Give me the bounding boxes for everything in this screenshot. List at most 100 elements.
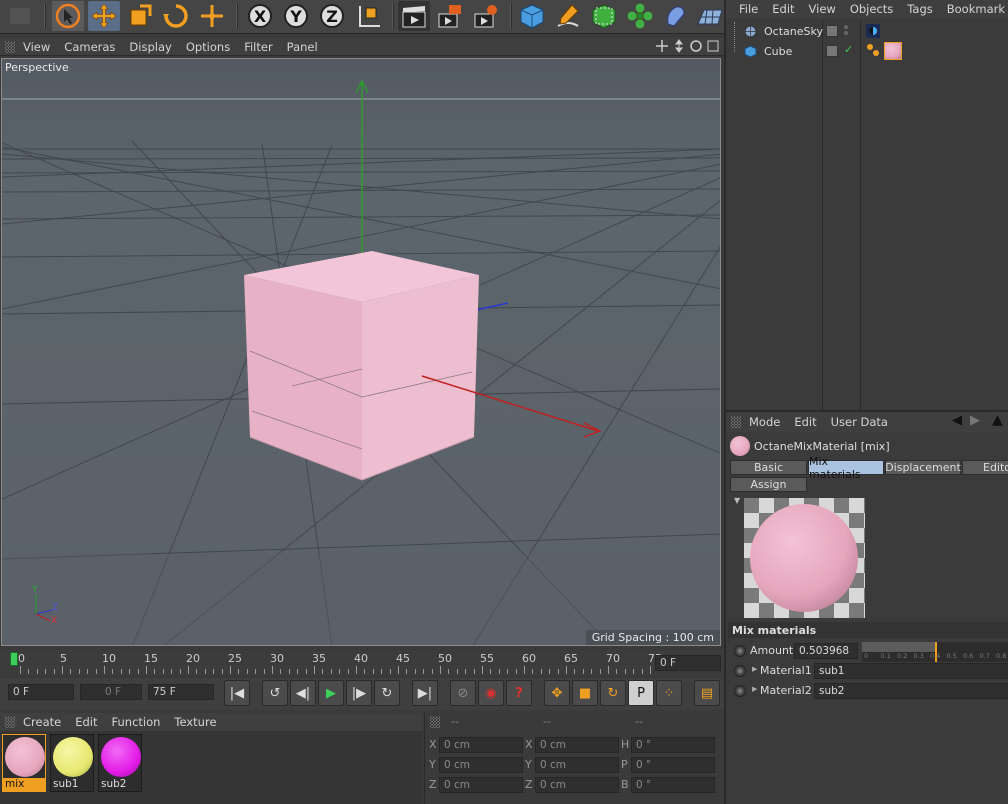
orbit-icon[interactable] (689, 39, 703, 53)
y-axis-icon[interactable]: Y (280, 1, 312, 31)
key-param-icon[interactable]: P (628, 680, 654, 706)
material-mix[interactable]: mix (2, 734, 46, 792)
menu-edit[interactable]: Edit (772, 2, 794, 16)
material2-link-field[interactable]: sub2 (814, 683, 1008, 699)
panel-grip-icon[interactable] (5, 40, 15, 53)
coord-value-field[interactable]: 0 ° (631, 737, 715, 753)
render-visibility-icon[interactable] (844, 25, 848, 35)
previous-key-icon[interactable]: ↺ (262, 680, 288, 706)
object-row-octanesky[interactable]: OctaneSky (734, 22, 1004, 40)
coord-value-field[interactable]: 0 cm (535, 757, 619, 773)
material-sub2[interactable]: sub2 (98, 734, 142, 792)
amount-slider[interactable]: 0 0.1 0.2 0.3 0.4 0.5 0.6 0.7 0.8 (862, 642, 1008, 662)
timeline[interactable]: 051015202530354045505560657075 0 F (0, 650, 724, 676)
menu-create[interactable]: Create (23, 715, 61, 729)
menu-filter[interactable]: Filter (244, 40, 272, 54)
record-disabled-icon[interactable]: ⊘ (450, 680, 476, 706)
up-arrow-icon[interactable]: ▲ (992, 412, 1003, 428)
amount-field[interactable]: 0.503968 (794, 643, 858, 659)
material1-link-field[interactable]: sub1 (814, 663, 1008, 679)
editor-visibility-icon[interactable] (826, 45, 838, 57)
expand-triangle-icon[interactable]: ▶ (752, 665, 757, 673)
subdivision-icon[interactable] (588, 1, 620, 31)
forward-arrow-icon[interactable]: ▶ (970, 413, 980, 428)
collapse-triangle-icon[interactable]: ▼ (734, 496, 740, 505)
zoom-icon[interactable] (672, 39, 686, 53)
autokey-help-icon[interactable]: ? (506, 680, 532, 706)
menu-function[interactable]: Function (112, 715, 161, 729)
offset-frame-field[interactable]: 0 F (80, 684, 142, 700)
coord-value-field[interactable]: 0 ° (631, 777, 715, 793)
pan-icon[interactable] (655, 39, 669, 53)
start-frame-field[interactable]: 0 F (8, 684, 74, 700)
render-view-icon[interactable] (398, 1, 430, 31)
cube-primitive-icon[interactable] (516, 1, 548, 31)
floor-icon[interactable] (694, 1, 726, 31)
amount-keyframe-icon[interactable] (734, 645, 746, 657)
previous-frame-icon[interactable]: ◀| (290, 680, 316, 706)
enabled-check-icon[interactable]: ✓ (844, 43, 853, 56)
menu-user-data[interactable]: User Data (831, 415, 888, 429)
menu-panel[interactable]: Panel (287, 40, 318, 54)
record-keys-icon[interactable]: ◉ (478, 680, 504, 706)
menu-view[interactable]: View (809, 2, 836, 16)
menu-mode[interactable]: Mode (749, 415, 780, 429)
render-settings-icon[interactable] (470, 1, 502, 31)
z-axis-icon[interactable]: Z (316, 1, 348, 31)
cloner-icon[interactable] (624, 1, 656, 31)
scale-icon[interactable] (124, 1, 156, 31)
play-icon[interactable]: ▶ (318, 680, 344, 706)
deformer-icon[interactable] (660, 1, 692, 31)
menu-options[interactable]: Options (186, 40, 230, 54)
coord-value-field[interactable]: 0 cm (439, 737, 523, 753)
expand-triangle-icon[interactable]: ▶ (752, 685, 757, 693)
key-scale-icon[interactable]: ■ (572, 680, 598, 706)
menu-edit[interactable]: Edit (794, 415, 816, 429)
go-to-end-icon[interactable]: ▶| (412, 680, 438, 706)
menu-edit[interactable]: Edit (75, 715, 97, 729)
end-frame-field[interactable]: 75 F (148, 684, 214, 700)
menu-tags[interactable]: Tags (907, 2, 932, 16)
key-points-icon[interactable]: ⁘ (656, 680, 682, 706)
coord-value-field[interactable]: 0 cm (535, 737, 619, 753)
editor-visibility-icon[interactable] (826, 25, 838, 37)
phong-tag-icon[interactable] (866, 42, 880, 58)
maximize-view-icon[interactable] (706, 39, 720, 53)
undo-icon[interactable] (4, 1, 36, 31)
next-key-icon[interactable]: ↻ (374, 680, 400, 706)
move-icon[interactable] (88, 1, 120, 31)
coord-value-field[interactable]: 0 cm (535, 777, 619, 793)
tab-assign[interactable]: Assign (730, 477, 807, 492)
material-sub1[interactable]: sub1 (50, 734, 94, 792)
current-frame-field[interactable]: 0 F (655, 655, 721, 671)
perspective-viewport[interactable]: Y Z X Perspective Grid Spacing : 100 cm (1, 58, 721, 646)
next-frame-icon[interactable]: |▶ (346, 680, 372, 706)
menu-bookmark[interactable]: Bookmark (947, 2, 1005, 16)
menu-objects[interactable]: Objects (850, 2, 893, 16)
timeline-window-icon[interactable]: ▤ (694, 680, 720, 706)
panel-grip-icon[interactable] (430, 716, 440, 728)
tab-displacement[interactable]: Displacement (885, 460, 961, 475)
material2-keyframe-icon[interactable] (734, 685, 746, 697)
live-select-icon[interactable] (196, 1, 228, 31)
octane-tag-icon[interactable] (866, 24, 880, 38)
material1-keyframe-icon[interactable] (734, 665, 746, 677)
object-row-cube[interactable]: Cube ✓ (734, 42, 1004, 60)
tab-editor[interactable]: Edito (962, 460, 1008, 475)
render-picture-viewer-icon[interactable] (434, 1, 466, 31)
pen-spline-icon[interactable] (552, 1, 584, 31)
material-tag-icon[interactable] (884, 42, 902, 60)
x-axis-icon[interactable]: X (244, 1, 276, 31)
back-arrow-icon[interactable]: ◀ (952, 413, 962, 428)
go-to-start-icon[interactable]: |◀ (224, 680, 250, 706)
tab-mix-materials[interactable]: Mix materials (808, 455, 884, 481)
coord-value-field[interactable]: 0 cm (439, 777, 523, 793)
menu-file[interactable]: File (739, 2, 758, 16)
tab-basic[interactable]: Basic (730, 460, 807, 475)
menu-view[interactable]: View (23, 40, 50, 54)
key-rotation-icon[interactable]: ↻ (600, 680, 626, 706)
panel-grip-icon[interactable] (731, 416, 741, 428)
coordinate-system-icon[interactable] (352, 1, 384, 31)
menu-texture[interactable]: Texture (174, 715, 216, 729)
menu-cameras[interactable]: Cameras (64, 40, 115, 54)
